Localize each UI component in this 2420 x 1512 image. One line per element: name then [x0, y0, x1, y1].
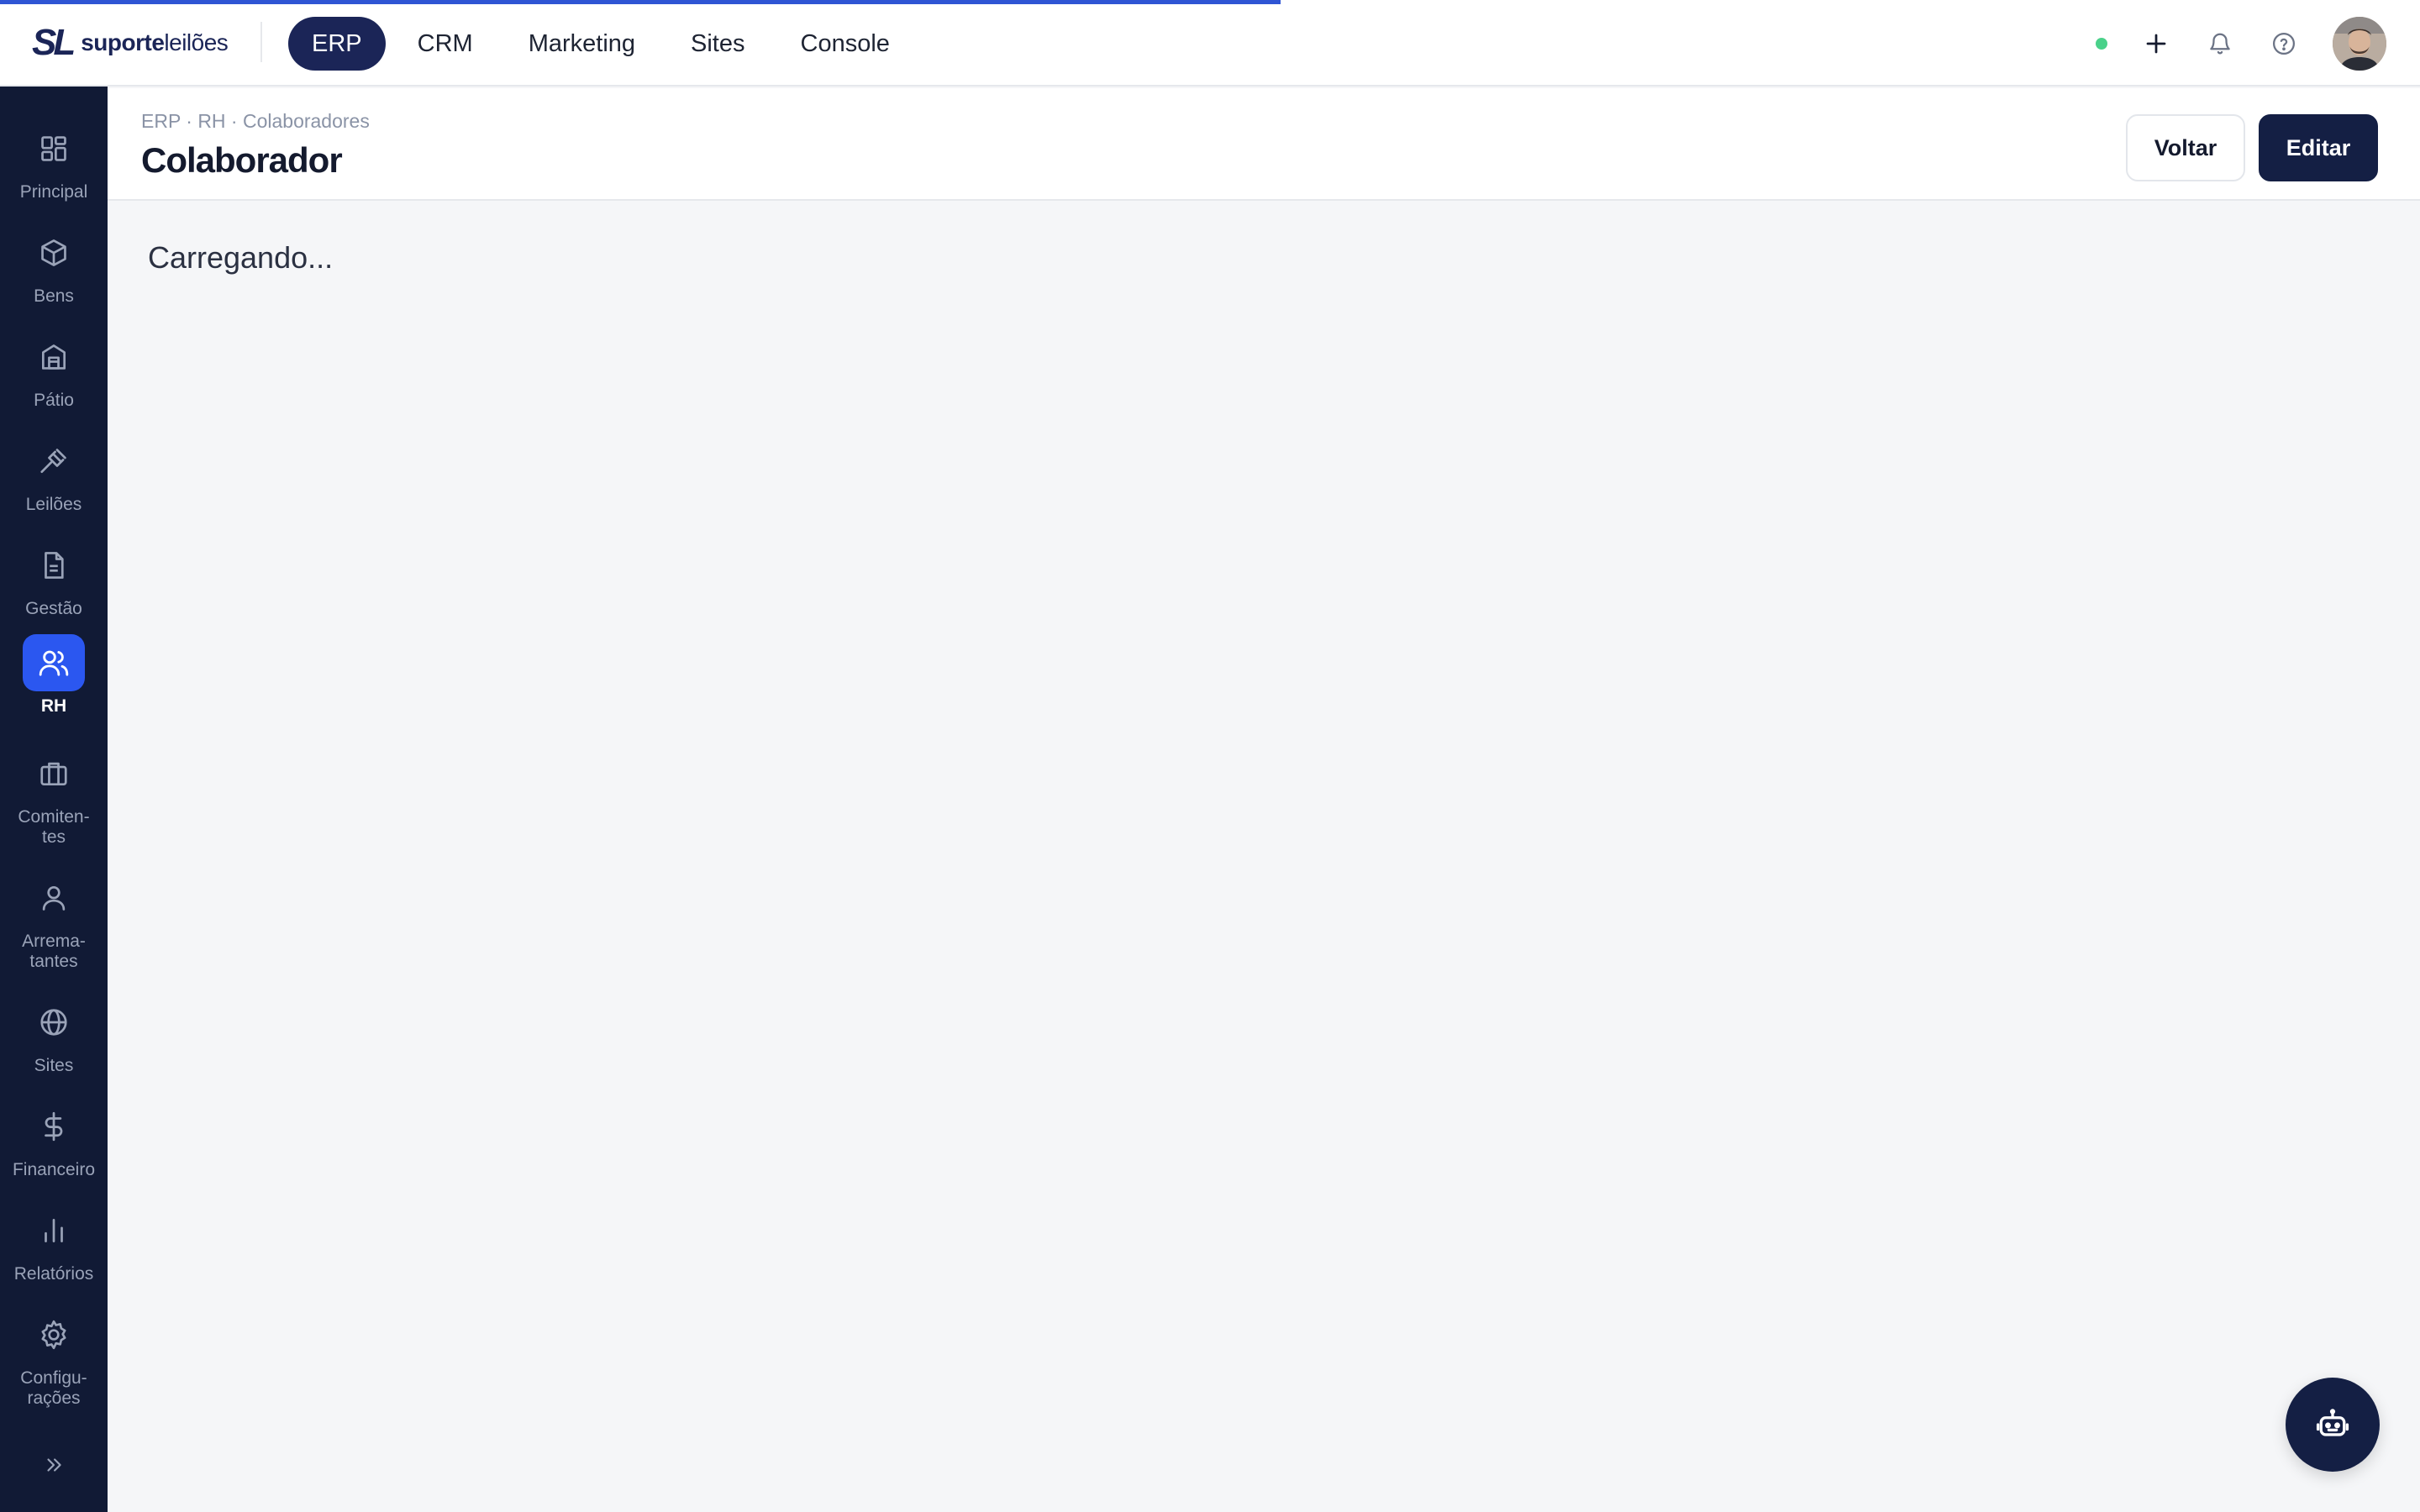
nav-icon-wrapper [23, 433, 85, 490]
avatar-image [2333, 17, 2386, 71]
globe-icon [40, 1009, 67, 1036]
logo-text-bold: suporte [81, 29, 165, 55]
loading-progress-bar [0, 0, 1281, 4]
sidebar-item-label: RH [40, 696, 67, 716]
notifications-button[interactable] [2205, 29, 2235, 59]
sidebar-item-comitentes[interactable]: Comiten- tes [0, 745, 108, 848]
breadcrumb: ERP · RH · Colaboradores [141, 110, 370, 132]
sidebar-item-label: Configu- rações [20, 1368, 87, 1408]
sidebar-collapse-button[interactable] [37, 1448, 71, 1482]
module-tab-sites[interactable]: Sites [667, 17, 768, 71]
robot-icon [2316, 1409, 2349, 1436]
user-icon [42, 885, 66, 911]
sidebar-item-gestao[interactable]: Gestão [0, 537, 108, 619]
dollar-icon [45, 1111, 63, 1142]
module-switcher: ERP CRM Marketing Sites Console [288, 17, 913, 71]
sidebar-item-label: Bens [34, 286, 74, 306]
module-tab-crm[interactable]: CRM [394, 17, 497, 71]
sidebar-item-sites[interactable]: Sites [0, 994, 108, 1076]
help-icon [2273, 33, 2295, 55]
top-actions [2096, 17, 2386, 71]
logo-mark: SL [32, 22, 76, 63]
sidebar-item-label: Relatórios [13, 1264, 94, 1284]
edit-button[interactable]: Editar [2259, 114, 2378, 181]
top-bar: SL suporteleilões ERP CRM Marketing Site… [0, 0, 2420, 87]
building-icon [41, 344, 66, 370]
grid-icon [41, 136, 66, 161]
briefcase-icon [40, 762, 67, 786]
chevrons-right-icon [47, 1458, 61, 1472]
nav-icon-wrapper [23, 1202, 85, 1259]
sidebar-item-financeiro[interactable]: Financeiro [0, 1098, 108, 1180]
page-header: ERP · RH · Colaboradores Colaborador Vol… [108, 88, 2420, 201]
sidebar-item-label: Leilões [25, 495, 82, 514]
sidebar-item-relatorios[interactable]: Relatórios [0, 1202, 108, 1284]
gear-icon [41, 1320, 66, 1350]
create-button[interactable] [2141, 29, 2171, 59]
nav-icon-wrapper [23, 634, 85, 691]
page-title: Colaborador [141, 140, 343, 180]
logo-wordmark: suporteleilões [81, 29, 229, 56]
sidebar-item-label: Arrema- tantes [22, 932, 86, 971]
sidebar: Principal Bens Pátio Leilões Gestão RH C… [0, 87, 108, 1512]
back-button[interactable]: Voltar [2126, 114, 2245, 181]
sidebar-item-label: Principal [19, 182, 88, 202]
sidebar-item-bens[interactable]: Bens [0, 224, 108, 307]
nav-icon-wrapper [23, 745, 85, 802]
sidebar-item-configuracoes[interactable]: Configu- rações [0, 1306, 108, 1409]
app-logo[interactable]: SL suporteleilões [32, 22, 229, 64]
sidebar-item-label: Sites [34, 1056, 74, 1075]
module-tab-console[interactable]: Console [777, 17, 913, 71]
help-button[interactable] [2269, 29, 2299, 59]
sidebar-item-patio[interactable]: Pátio [0, 328, 108, 411]
module-tab-marketing[interactable]: Marketing [505, 17, 659, 71]
sidebar-item-leiloes[interactable]: Leilões [0, 433, 108, 515]
sidebar-item-label: Pátio [34, 391, 74, 410]
nav-icon-wrapper [23, 328, 85, 386]
assistant-bot-button[interactable] [2286, 1378, 2380, 1472]
module-tab-erp[interactable]: ERP [288, 17, 386, 71]
sidebar-item-label: Comiten- tes [18, 807, 90, 847]
plus-icon [2146, 34, 2166, 54]
nav-icon-wrapper [23, 537, 85, 594]
nav-icon-wrapper [23, 120, 85, 177]
online-status-indicator [2096, 38, 2107, 50]
nav-icon-wrapper [23, 1306, 85, 1363]
nav-icon-wrapper [23, 1098, 85, 1155]
bell-icon [2210, 33, 2230, 55]
sidebar-item-principal[interactable]: Principal [0, 120, 108, 202]
nav-icon-wrapper [23, 224, 85, 281]
gavel-icon [40, 449, 66, 474]
document-icon [45, 552, 64, 579]
nav-icon-wrapper [23, 994, 85, 1051]
logo-text-light: leilões [164, 29, 229, 55]
bar-chart-icon [45, 1218, 63, 1243]
users-icon [39, 650, 69, 676]
sidebar-item-label: Gestão [25, 599, 82, 618]
topbar-divider [260, 22, 262, 62]
user-avatar[interactable] [2333, 17, 2386, 71]
nav-icon-wrapper [23, 869, 85, 927]
sidebar-item-arrematantes[interactable]: Arrema- tantes [0, 869, 108, 972]
loading-text: Carregando... [148, 240, 334, 275]
box-icon [41, 239, 66, 266]
sidebar-item-label: Financeiro [12, 1160, 96, 1179]
sidebar-item-rh[interactable]: RH [0, 634, 108, 717]
